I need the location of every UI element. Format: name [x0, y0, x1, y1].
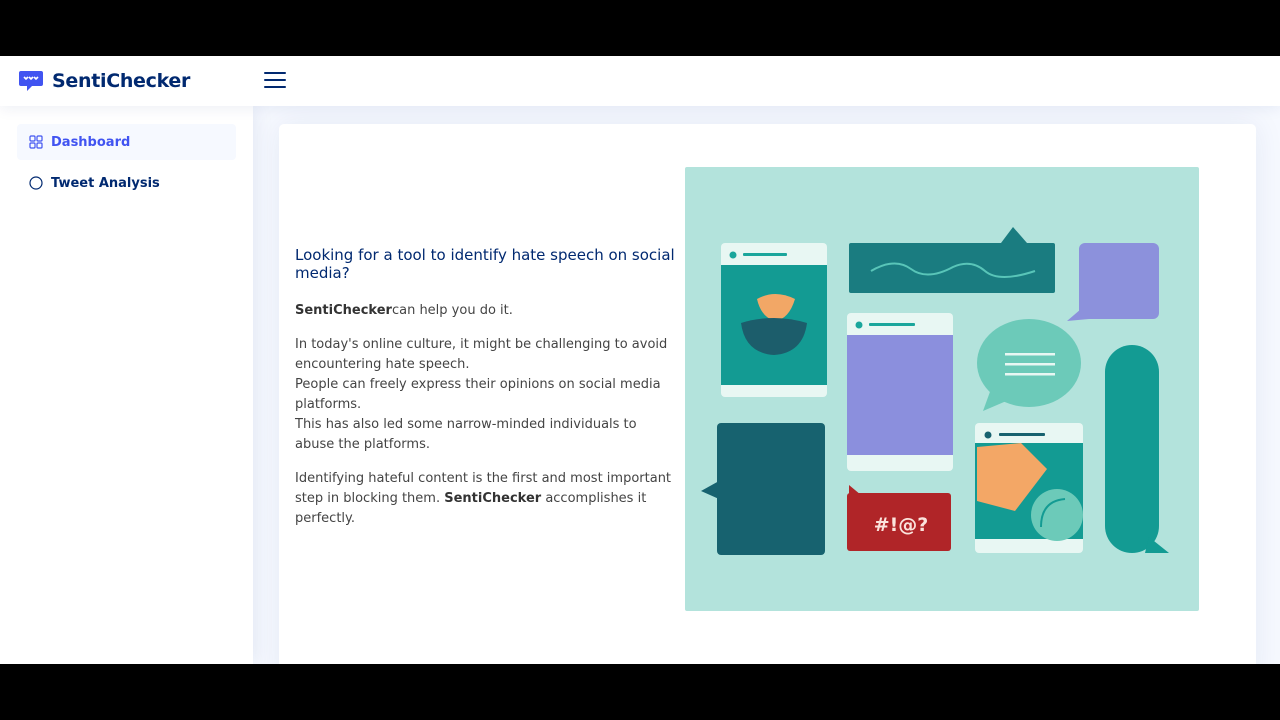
intro-paragraph: SentiCheckercan help you do it. [295, 301, 675, 321]
app-viewport: SentiChecker Dashboard Tweet Analysis Lo… [0, 56, 1280, 664]
app-title: SentiChecker [52, 70, 191, 92]
dashboard-card: Looking for a tool to identify hate spee… [279, 124, 1256, 664]
brand-name: SentiChecker [295, 303, 392, 318]
sidebar-item-label: Tweet Analysis [51, 175, 160, 191]
sidebar-item-tweet-analysis[interactable]: Tweet Analysis [17, 165, 236, 201]
intro-text: can help you do it. [391, 303, 513, 318]
circle-icon [29, 176, 43, 190]
top-header: SentiChecker [0, 56, 1280, 106]
sidebar-item-dashboard[interactable]: Dashboard [17, 124, 236, 160]
hate-symbols-text: #!@? [874, 514, 929, 536]
sidebar: Dashboard Tweet Analysis [0, 106, 253, 664]
brand-name: SentiChecker [444, 491, 542, 506]
context-line-2: People can freely express their opinions… [295, 377, 661, 412]
chat-bubble-logo-icon [19, 71, 43, 91]
hamburger-menu-icon[interactable] [264, 72, 286, 90]
logo[interactable]: SentiChecker [18, 69, 190, 93]
grid-icon [29, 135, 43, 149]
intro-content: Looking for a tool to identify hate spee… [295, 246, 675, 543]
sidebar-item-label: Dashboard [51, 134, 131, 150]
context-paragraph: In today's online culture, it might be c… [295, 335, 675, 455]
social-media-illustration: #!@? [685, 167, 1199, 611]
context-line-1: In today's online culture, it might be c… [295, 337, 668, 372]
page-heading: Looking for a tool to identify hate spee… [295, 246, 675, 282]
summary-paragraph: Identifying hateful content is the first… [295, 469, 675, 529]
context-line-3: This has also led some narrow-minded ind… [295, 417, 637, 452]
